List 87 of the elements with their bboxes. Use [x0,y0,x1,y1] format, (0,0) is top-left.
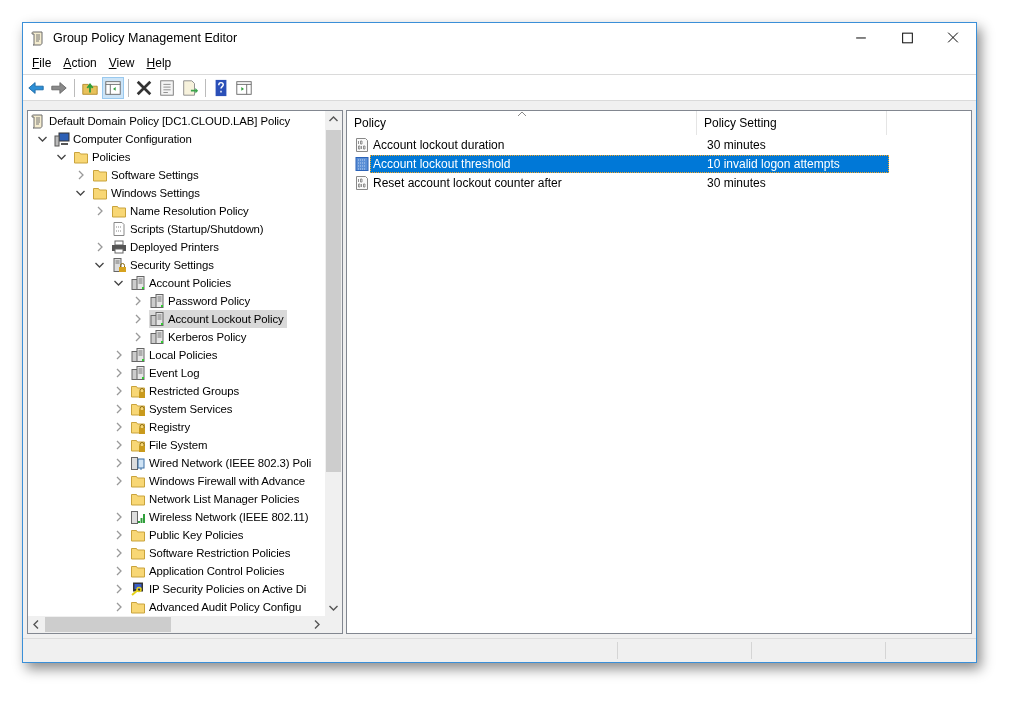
tree-item[interactable]: Computer Configuration [54,130,195,148]
tree-item[interactable]: Restricted Groups [130,382,243,400]
server-icon [149,311,165,327]
tree-item[interactable]: Account Lockout Policy [149,310,287,328]
tree-item[interactable]: Name Resolution Policy [111,202,252,220]
locked-folder-icon [130,401,146,417]
policy-name: Account lockout duration [373,137,506,152]
binary-document-icon [354,174,370,191]
server-icon [149,329,165,345]
tree-item[interactable]: Deployed Printers [111,238,222,256]
locked-server-icon [111,257,127,273]
printer-icon [111,239,127,255]
binary-document-icon [354,136,370,153]
server-icon [149,293,165,309]
list-row[interactable]: Reset account lockout counter after 30 minutes [370,173,889,192]
vertical-scrollbar[interactable] [325,111,342,616]
key-computer-icon [130,581,146,597]
tree-pane-icon [104,78,122,97]
back-arrow-icon [27,78,45,97]
folder-icon [111,203,127,219]
tree-item[interactable]: IP Security Policies on Active Di [130,580,310,598]
delete-icon [135,78,153,97]
folder-icon [130,563,146,579]
properties-icon [158,78,176,97]
server-icon [130,347,146,363]
horizontal-scrollbar[interactable] [28,616,342,633]
tree-item[interactable]: Policies [73,148,134,166]
server-icon [130,365,146,381]
folder-icon [130,473,146,489]
script-document-icon [111,221,127,237]
policy-setting: 10 invalid logon attempts [707,156,840,171]
folder-icon [92,185,108,201]
computer-icon [54,131,70,147]
folder-icon [130,545,146,561]
tree-item[interactable]: Scripts (Startup/Shutdown) [111,220,267,238]
column-header[interactable]: Policy Setting [697,111,887,135]
tree-item[interactable]: Registry [130,418,193,436]
tree-item[interactable]: Default Domain Policy [DC1.CLOUD.LAB] Policy [30,112,294,130]
policy-name: Account lockout threshold [373,156,512,171]
column-title: Policy Setting [704,116,777,130]
folder-icon [92,167,108,183]
tree-item[interactable]: System Services [130,400,236,418]
tree-item[interactable]: Advanced Audit Policy Configu [130,598,305,616]
menu-item[interactable]: File [26,54,58,72]
list-row[interactable]: Account lockout threshold 10 invalid logon attempts [370,154,889,173]
policy-setting: 30 minutes [707,137,766,152]
tree-item[interactable]: Windows Firewall with Advance [130,472,308,490]
binary-document-icon [354,155,370,172]
scroll-icon [30,29,46,46]
tree-item[interactable]: Application Control Policies [130,562,288,580]
column-header[interactable]: Policy [347,111,697,135]
tree-item[interactable]: Software Restriction Policies [130,544,294,562]
folder-icon [130,491,146,507]
window-title: Group Policy Management Editor [53,30,238,45]
folder-icon [130,527,146,543]
tree-item[interactable]: Software Settings [92,166,202,184]
locked-folder-icon [130,419,146,435]
tree-item[interactable]: Wireless Network (IEEE 802.11) [130,508,312,526]
locked-folder-icon [130,383,146,399]
tree-item[interactable]: Kerberos Policy [149,328,250,346]
menu-item[interactable]: Action [57,54,103,72]
policy-name: Reset account lockout counter after [373,175,563,190]
scrollbar-thumb[interactable] [326,130,341,472]
menu-item[interactable]: View [102,54,141,72]
tree-item[interactable]: Windows Settings [92,184,203,202]
column-title: Policy [354,116,386,130]
wireless-signal-icon [130,509,146,525]
tree-item[interactable]: Local Policies [130,346,221,364]
export-list-icon [181,78,199,97]
menu-item[interactable]: Help [140,54,178,72]
tree-item[interactable]: Password Policy [149,292,254,310]
scrollbar-thumb[interactable] [45,617,171,632]
network-server-icon [130,455,146,471]
folder-icon [73,149,89,165]
tree-item[interactable]: Account Policies [130,274,234,292]
tree-item[interactable]: Event Log [130,364,203,382]
list-row[interactable]: Account lockout duration 30 minutes [370,135,889,154]
locked-folder-icon [130,437,146,453]
tree-item[interactable]: Network List Manager Policies [130,490,303,508]
scroll-icon [30,113,46,129]
tree-item[interactable]: Security Settings [111,256,217,274]
action-pane-icon [235,78,253,97]
tree-item[interactable]: File System [130,436,211,454]
tree-item[interactable]: Wired Network (IEEE 802.3) Poli [130,454,315,472]
server-icon [130,275,146,291]
policy-setting: 30 minutes [707,175,766,190]
tree-item[interactable]: Public Key Policies [130,526,247,544]
